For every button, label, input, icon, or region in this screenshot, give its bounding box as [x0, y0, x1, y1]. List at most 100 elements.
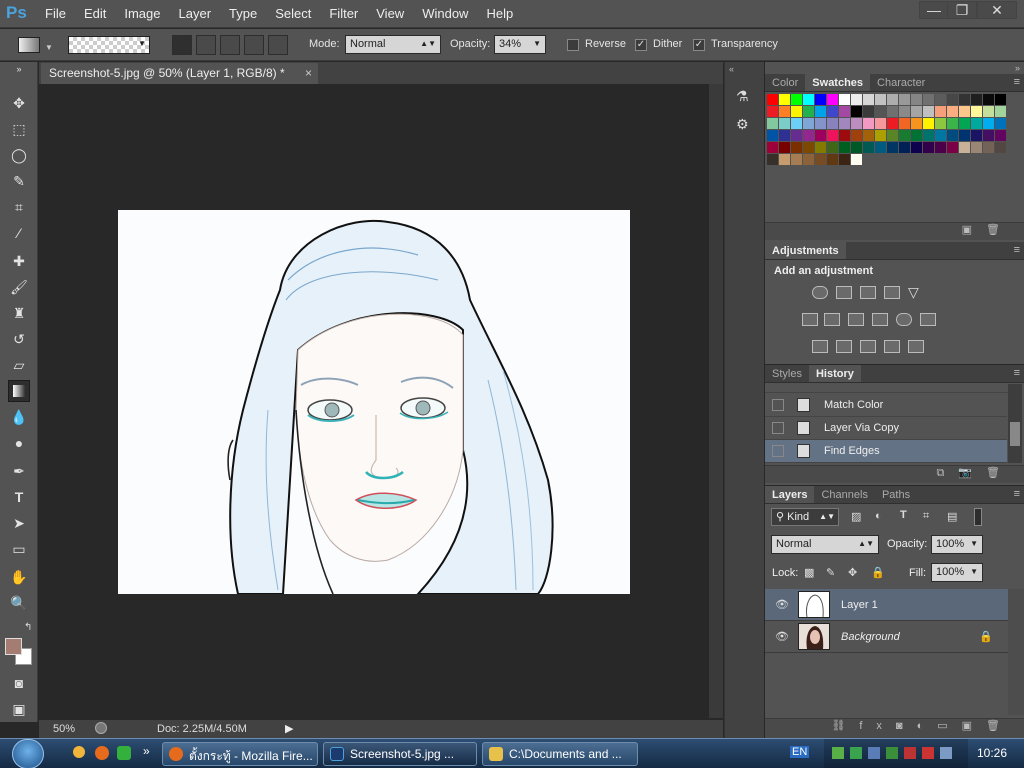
- taskbar-item-firefox[interactable]: ตั้งกระทู้ - Mozilla Fire...: [162, 742, 318, 766]
- color-swatch[interactable]: [959, 130, 970, 141]
- layer-name[interactable]: Layer 1: [841, 599, 878, 611]
- new-adjustment-layer-icon[interactable]: ◐: [917, 720, 938, 732]
- color-swatch[interactable]: [779, 106, 790, 117]
- history-snapshot-checkbox[interactable]: [772, 422, 784, 434]
- color-swatch[interactable]: [827, 106, 838, 117]
- history-brush-tool-icon[interactable]: ↺: [8, 328, 30, 350]
- tray-flash-icon[interactable]: [904, 747, 916, 759]
- tab-layers[interactable]: Layers: [765, 486, 815, 503]
- dodge-tool-icon[interactable]: ●: [8, 432, 30, 454]
- color-swatch[interactable]: [911, 106, 922, 117]
- color-swatch[interactable]: [875, 94, 886, 105]
- status-menu-arrow-icon[interactable]: ▶: [285, 722, 293, 735]
- color-swatch[interactable]: [923, 94, 934, 105]
- color-swatch[interactable]: [851, 118, 862, 129]
- new-group-icon[interactable]: ▭: [937, 720, 961, 732]
- color-swatch[interactable]: [815, 130, 826, 141]
- color-swatch[interactable]: [827, 130, 838, 141]
- visibility-eye-icon[interactable]: 👁: [775, 630, 789, 643]
- color-swatch[interactable]: [983, 94, 994, 105]
- color-swatch[interactable]: [815, 142, 826, 153]
- color-swatch[interactable]: [839, 106, 850, 117]
- menu-help[interactable]: Help: [486, 6, 513, 21]
- curves-icon[interactable]: [860, 286, 876, 299]
- menu-layer[interactable]: Layer: [179, 6, 212, 21]
- color-swatch[interactable]: [779, 142, 790, 153]
- layer-opacity-field[interactable]: 100% ▼: [931, 535, 983, 554]
- linear-gradient-button[interactable]: [172, 35, 192, 55]
- color-swatch[interactable]: [995, 118, 1006, 129]
- blend-mode-select[interactable]: Normal ▲▼: [771, 535, 879, 554]
- filter-type-icon[interactable]: T: [900, 509, 907, 521]
- color-swatch[interactable]: [803, 154, 814, 165]
- color-swatch[interactable]: [779, 94, 790, 105]
- color-swatch[interactable]: [875, 130, 886, 141]
- eyedropper-tool-icon[interactable]: ⁄: [8, 222, 30, 244]
- zoom-tool-icon[interactable]: 🔍: [8, 592, 30, 614]
- history-row-partial[interactable]: [765, 384, 1008, 393]
- tray-network-icon[interactable]: [850, 747, 862, 759]
- tab-color[interactable]: Color: [765, 74, 805, 91]
- hue-saturation-icon[interactable]: [802, 313, 818, 326]
- color-swatch[interactable]: [935, 142, 946, 153]
- color-swatch[interactable]: [863, 94, 874, 105]
- color-swatch[interactable]: [827, 142, 838, 153]
- move-tool-icon[interactable]: ✥: [8, 92, 30, 114]
- color-swatch[interactable]: [947, 130, 958, 141]
- color-swatch[interactable]: [971, 118, 982, 129]
- start-button[interactable]: [12, 739, 44, 768]
- gradient-picker-chevron-icon[interactable]: ▼: [138, 39, 146, 48]
- color-swatch[interactable]: [803, 142, 814, 153]
- menu-view[interactable]: View: [376, 6, 404, 21]
- color-swatch[interactable]: [791, 106, 802, 117]
- color-swatch[interactable]: [947, 142, 958, 153]
- delete-layer-icon[interactable]: 🗑: [986, 720, 1014, 732]
- color-swatch[interactable]: [875, 142, 886, 153]
- color-swatch[interactable]: [923, 118, 934, 129]
- color-swatch[interactable]: [959, 142, 970, 153]
- color-swatch[interactable]: [851, 106, 862, 117]
- color-swatch[interactable]: [959, 94, 970, 105]
- color-swatch[interactable]: [767, 130, 778, 141]
- history-item[interactable]: Find Edges: [765, 440, 1007, 463]
- color-swatch[interactable]: [935, 130, 946, 141]
- document-close-icon[interactable]: ×: [305, 66, 312, 80]
- color-swatch[interactable]: [863, 106, 874, 117]
- visibility-eye-icon[interactable]: 👁: [775, 598, 789, 611]
- color-swatch[interactable]: [887, 118, 898, 129]
- transparency-checkbox[interactable]: ✓: [693, 39, 705, 51]
- color-swatch[interactable]: [911, 94, 922, 105]
- quicklaunch-more-icon[interactable]: »: [143, 744, 150, 758]
- lock-position-icon[interactable]: ✥: [848, 566, 857, 579]
- color-swatch[interactable]: [779, 154, 790, 165]
- mode-select[interactable]: Normal ▲▼: [345, 35, 441, 54]
- color-swatch[interactable]: [779, 130, 790, 141]
- filter-shape-icon[interactable]: ⌗: [923, 510, 929, 523]
- history-item[interactable]: Match Color: [765, 394, 1007, 417]
- blur-tool-icon[interactable]: 💧: [8, 406, 30, 428]
- color-swatch[interactable]: [959, 118, 970, 129]
- add-mask-icon[interactable]: ◙: [896, 720, 917, 732]
- color-swatch[interactable]: [839, 118, 850, 129]
- color-swatch[interactable]: [959, 106, 970, 117]
- pen-tool-icon[interactable]: ✒: [8, 460, 30, 482]
- vertical-scrollbar[interactable]: [709, 84, 723, 718]
- menu-file[interactable]: File: [45, 6, 66, 21]
- document-tab[interactable]: Screenshot-5.jpg @ 50% (Layer 1, RGB/8) …: [41, 63, 318, 84]
- zoom-level[interactable]: 50%: [53, 723, 75, 735]
- color-swatch[interactable]: [983, 142, 994, 153]
- fill-field[interactable]: 100% ▼: [931, 563, 983, 582]
- history-snapshot-checkbox[interactable]: [772, 399, 784, 411]
- menu-select[interactable]: Select: [275, 6, 311, 21]
- color-swatch[interactable]: [767, 142, 778, 153]
- new-layer-icon[interactable]: ▣: [962, 720, 986, 732]
- history-item[interactable]: Layer Via Copy: [765, 417, 1007, 440]
- color-swatch[interactable]: [923, 106, 934, 117]
- quicklaunch-app-icon[interactable]: [73, 746, 85, 758]
- color-swatch[interactable]: [767, 94, 778, 105]
- color-swatch[interactable]: [971, 106, 982, 117]
- color-swatch[interactable]: [827, 154, 838, 165]
- layers-menu-icon[interactable]: ≡: [1014, 488, 1020, 500]
- color-swatch[interactable]: [851, 130, 862, 141]
- tray-media-icon[interactable]: [832, 747, 844, 759]
